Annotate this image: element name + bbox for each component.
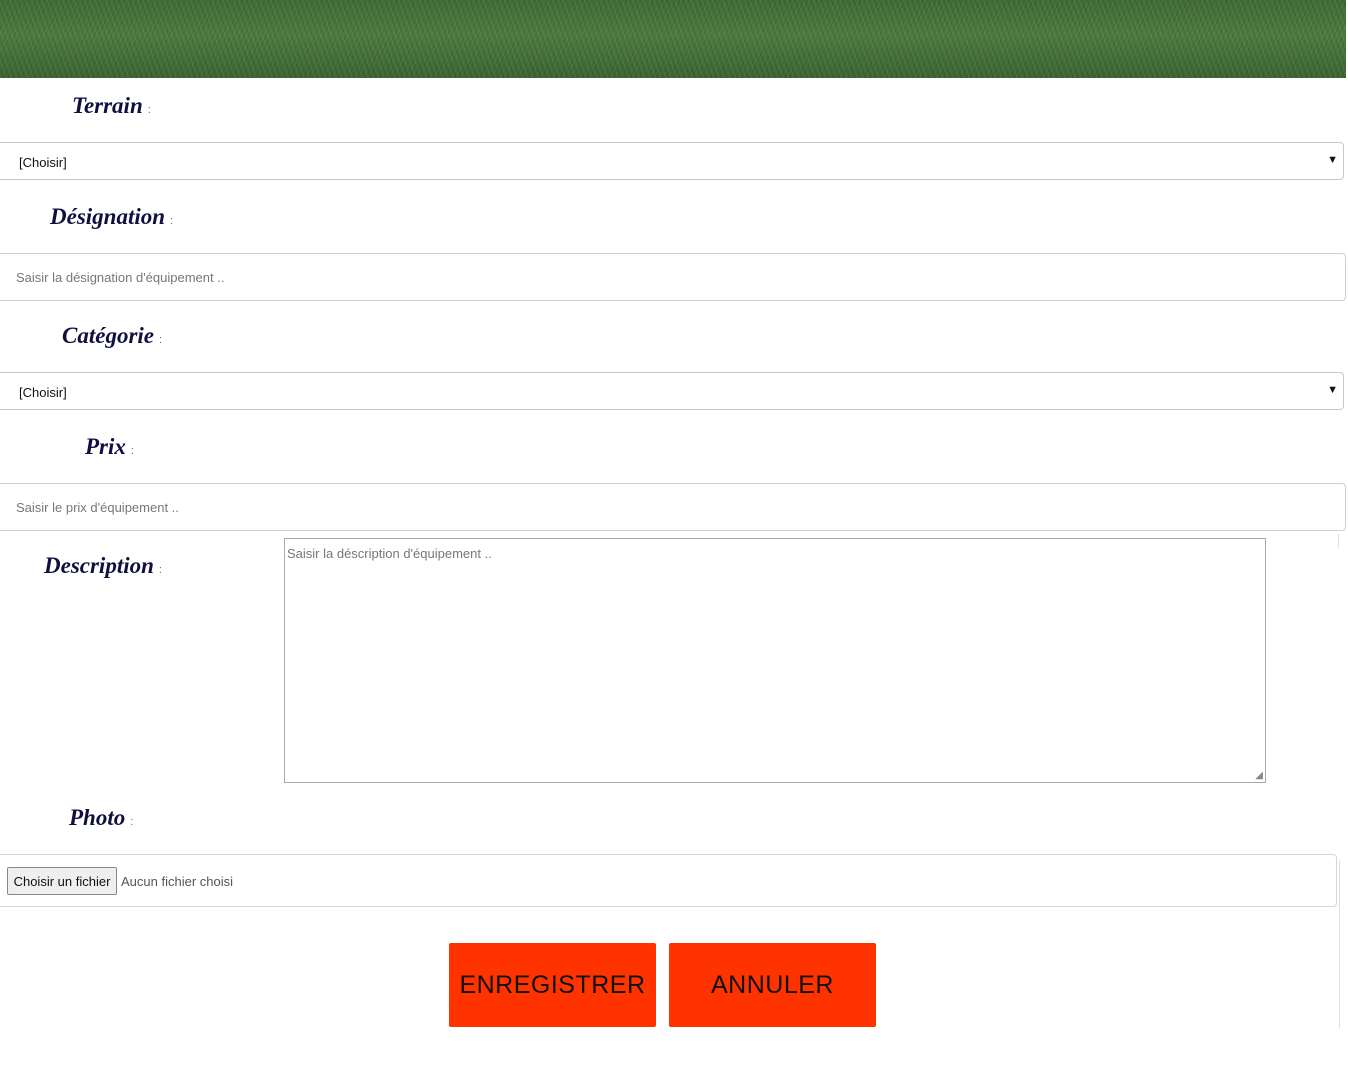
file-status-text: Aucun fichier choisi [121,874,233,889]
categorie-selected-value: [Choisir] [19,385,67,400]
designation-input[interactable]: Saisir la désignation d'équipement .. [0,253,1346,301]
resize-grip-icon[interactable]: ◢ [1255,771,1263,781]
terrain-selected-value: [Choisir] [19,155,67,170]
terrain-select[interactable]: [Choisir] ▼ [0,142,1344,180]
designation-label: Désignation: [50,204,174,229]
choose-file-button[interactable]: Choisir un fichier [7,867,117,895]
cancel-button[interactable]: ANNULER [669,943,876,1027]
prix-input[interactable]: Saisir le prix d'équipement .. [0,483,1346,531]
designation-placeholder: Saisir la désignation d'équipement .. [16,270,225,285]
terrain-label: Terrain: [72,93,151,118]
description-textarea[interactable]: Saisir la déscription d'équipement .. ◢ [284,538,1266,783]
prix-label: Prix: [85,434,134,459]
divider [1339,860,1340,1028]
description-placeholder: Saisir la déscription d'équipement .. [287,546,492,561]
save-button[interactable]: ENREGISTRER [449,943,656,1027]
categorie-select[interactable]: [Choisir] ▼ [0,372,1344,410]
divider [1338,534,1339,548]
description-label: Description: [44,553,162,578]
header-grass-banner [0,0,1346,78]
photo-file-input: Choisir un fichier Aucun fichier choisi [0,854,1337,907]
prix-placeholder: Saisir le prix d'équipement .. [16,500,179,515]
caret-down-icon: ▼ [1327,154,1338,166]
photo-label: Photo: [69,805,134,830]
categorie-label: Catégorie: [62,323,163,348]
caret-down-icon: ▼ [1327,384,1338,396]
